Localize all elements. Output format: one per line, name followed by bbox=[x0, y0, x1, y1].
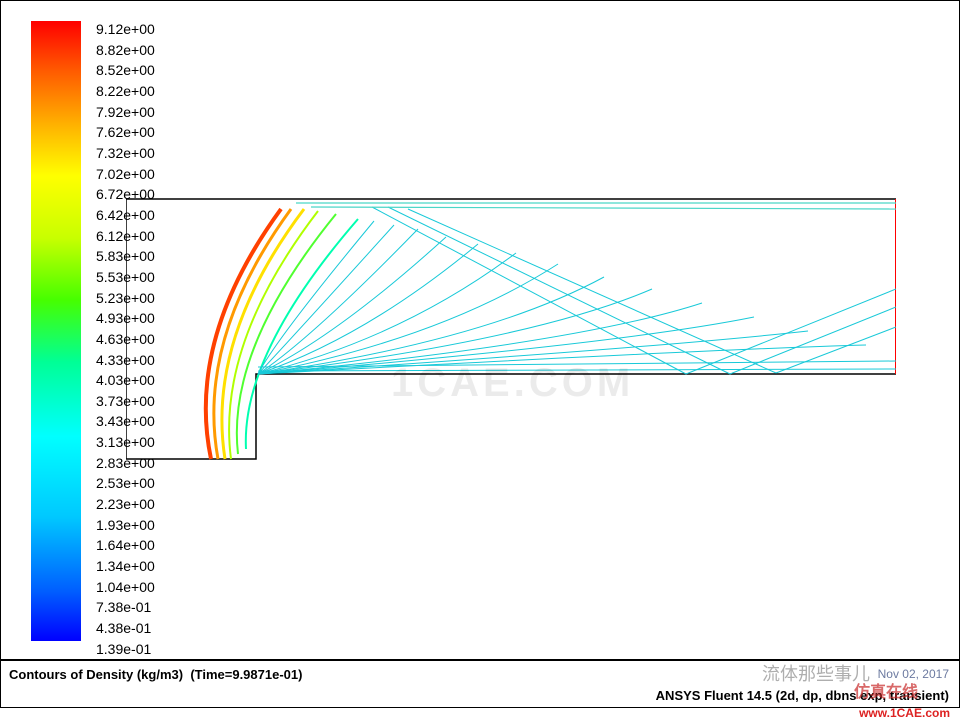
legend-tick: 3.73e+00 bbox=[96, 391, 155, 412]
legend-tick: 2.23e+00 bbox=[96, 494, 155, 515]
legend-tick: 1.39e-01 bbox=[96, 639, 155, 660]
legend-tick: 6.12e+00 bbox=[96, 226, 155, 247]
legend-tick: 6.42e+00 bbox=[96, 205, 155, 226]
legend-tick: 2.83e+00 bbox=[96, 453, 155, 474]
legend-tick: 8.82e+00 bbox=[96, 40, 155, 61]
plot-title: Contours of Density (kg/m3) (Time=9.9871… bbox=[9, 667, 302, 682]
legend-tick: 4.38e-01 bbox=[96, 618, 155, 639]
legend-tick: 7.38e-01 bbox=[96, 597, 155, 618]
legend-colorbar bbox=[31, 21, 81, 641]
legend-values: 9.12e+008.82e+008.52e+008.22e+007.92e+00… bbox=[96, 19, 155, 659]
legend-tick: 7.62e+00 bbox=[96, 122, 155, 143]
plot-frame: 9.12e+008.82e+008.52e+008.22e+007.92e+00… bbox=[0, 0, 960, 660]
legend-tick: 2.53e+00 bbox=[96, 473, 155, 494]
legend-tick: 8.22e+00 bbox=[96, 81, 155, 102]
legend-tick: 9.12e+00 bbox=[96, 19, 155, 40]
legend-tick: 6.72e+00 bbox=[96, 184, 155, 205]
legend-tick: 4.63e+00 bbox=[96, 329, 155, 350]
legend-tick: 4.33e+00 bbox=[96, 350, 155, 371]
legend-tick: 7.92e+00 bbox=[96, 102, 155, 123]
legend-tick: 1.04e+00 bbox=[96, 577, 155, 598]
legend-tick: 3.13e+00 bbox=[96, 432, 155, 453]
legend-tick: 5.83e+00 bbox=[96, 246, 155, 267]
watermark-center: 1CAE.COM bbox=[391, 361, 634, 406]
legend-tick: 8.52e+00 bbox=[96, 60, 155, 81]
legend-tick: 1.64e+00 bbox=[96, 535, 155, 556]
legend-tick: 7.02e+00 bbox=[96, 164, 155, 185]
legend-tick: 4.93e+00 bbox=[96, 308, 155, 329]
legend-tick: 4.03e+00 bbox=[96, 370, 155, 391]
legend-tick: 5.23e+00 bbox=[96, 288, 155, 309]
legend-tick: 7.32e+00 bbox=[96, 143, 155, 164]
legend-tick: 5.53e+00 bbox=[96, 267, 155, 288]
legend-tick: 1.34e+00 bbox=[96, 556, 155, 577]
contour-plot bbox=[126, 189, 896, 469]
watermark-red: 仿真在线 bbox=[854, 678, 918, 702]
legend-tick: 1.93e+00 bbox=[96, 515, 155, 536]
legend-tick: 3.43e+00 bbox=[96, 411, 155, 432]
watermark-site: www.1CAE.com bbox=[859, 706, 950, 720]
